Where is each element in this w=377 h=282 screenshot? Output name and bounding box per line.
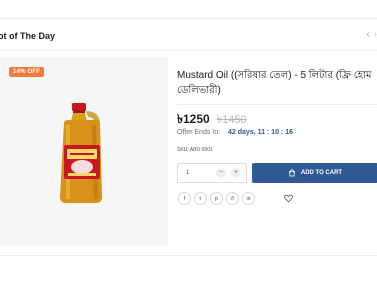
product-info: Mustard Oil ((সরিষার তেল) - 5 লিটার (ফ্র… xyxy=(177,68,377,98)
qty-decrease-button[interactable]: − xyxy=(216,168,226,178)
qty-increase-button[interactable]: + xyxy=(231,168,241,178)
price-row: ৳1250 ৳1450 xyxy=(177,111,247,131)
cart-icon xyxy=(288,169,295,177)
bottom-divider xyxy=(0,255,377,256)
section-title: ot of The Day xyxy=(0,31,56,41)
whatsapp-icon[interactable]: ✆ xyxy=(226,192,239,205)
twitter-icon[interactable]: 𝕥 xyxy=(194,192,207,205)
title-divider xyxy=(177,104,377,105)
heart-icon xyxy=(284,194,293,203)
add-to-cart-button[interactable]: ADD TO CART xyxy=(252,163,377,183)
add-to-cart-label: ADD TO CART xyxy=(300,170,343,176)
offer-label: Offer Ends In: xyxy=(177,129,221,136)
wishlist-button[interactable] xyxy=(282,192,295,205)
product-image-panel[interactable]: 14% OFF xyxy=(0,57,168,246)
quantity-stepper: 1 − + xyxy=(177,163,247,183)
chevron-left-icon[interactable]: ‹ xyxy=(366,29,369,41)
carousel-nav: ‹ › xyxy=(366,29,377,41)
linkedin-icon[interactable]: in xyxy=(242,192,255,205)
facebook-icon[interactable]: f xyxy=(178,192,191,205)
product-title[interactable]: Mustard Oil ((সরিষার তেল) - 5 লিটার (ফ্র… xyxy=(177,68,377,98)
offer-countdown: Offer Ends In: 42 days, 11 : 10 : 16 xyxy=(177,129,293,136)
current-price: ৳1250 xyxy=(177,112,210,126)
quantity-input[interactable]: 1 xyxy=(186,170,216,176)
top-divider xyxy=(0,18,377,19)
chevron-right-icon[interactable]: › xyxy=(374,29,377,41)
discount-badge: 14% OFF xyxy=(9,67,45,77)
offer-timer: 42 days, 11 : 10 : 16 xyxy=(228,129,294,136)
pinterest-icon[interactable]: p xyxy=(210,192,223,205)
mustard-oil-bottle-icon xyxy=(60,103,102,203)
header-divider xyxy=(0,50,377,51)
original-price: ৳1450 xyxy=(216,114,247,126)
share-buttons: f 𝕥 p ✆ in xyxy=(178,192,255,205)
sku-label: SKU: ABD-5001 xyxy=(177,147,213,153)
